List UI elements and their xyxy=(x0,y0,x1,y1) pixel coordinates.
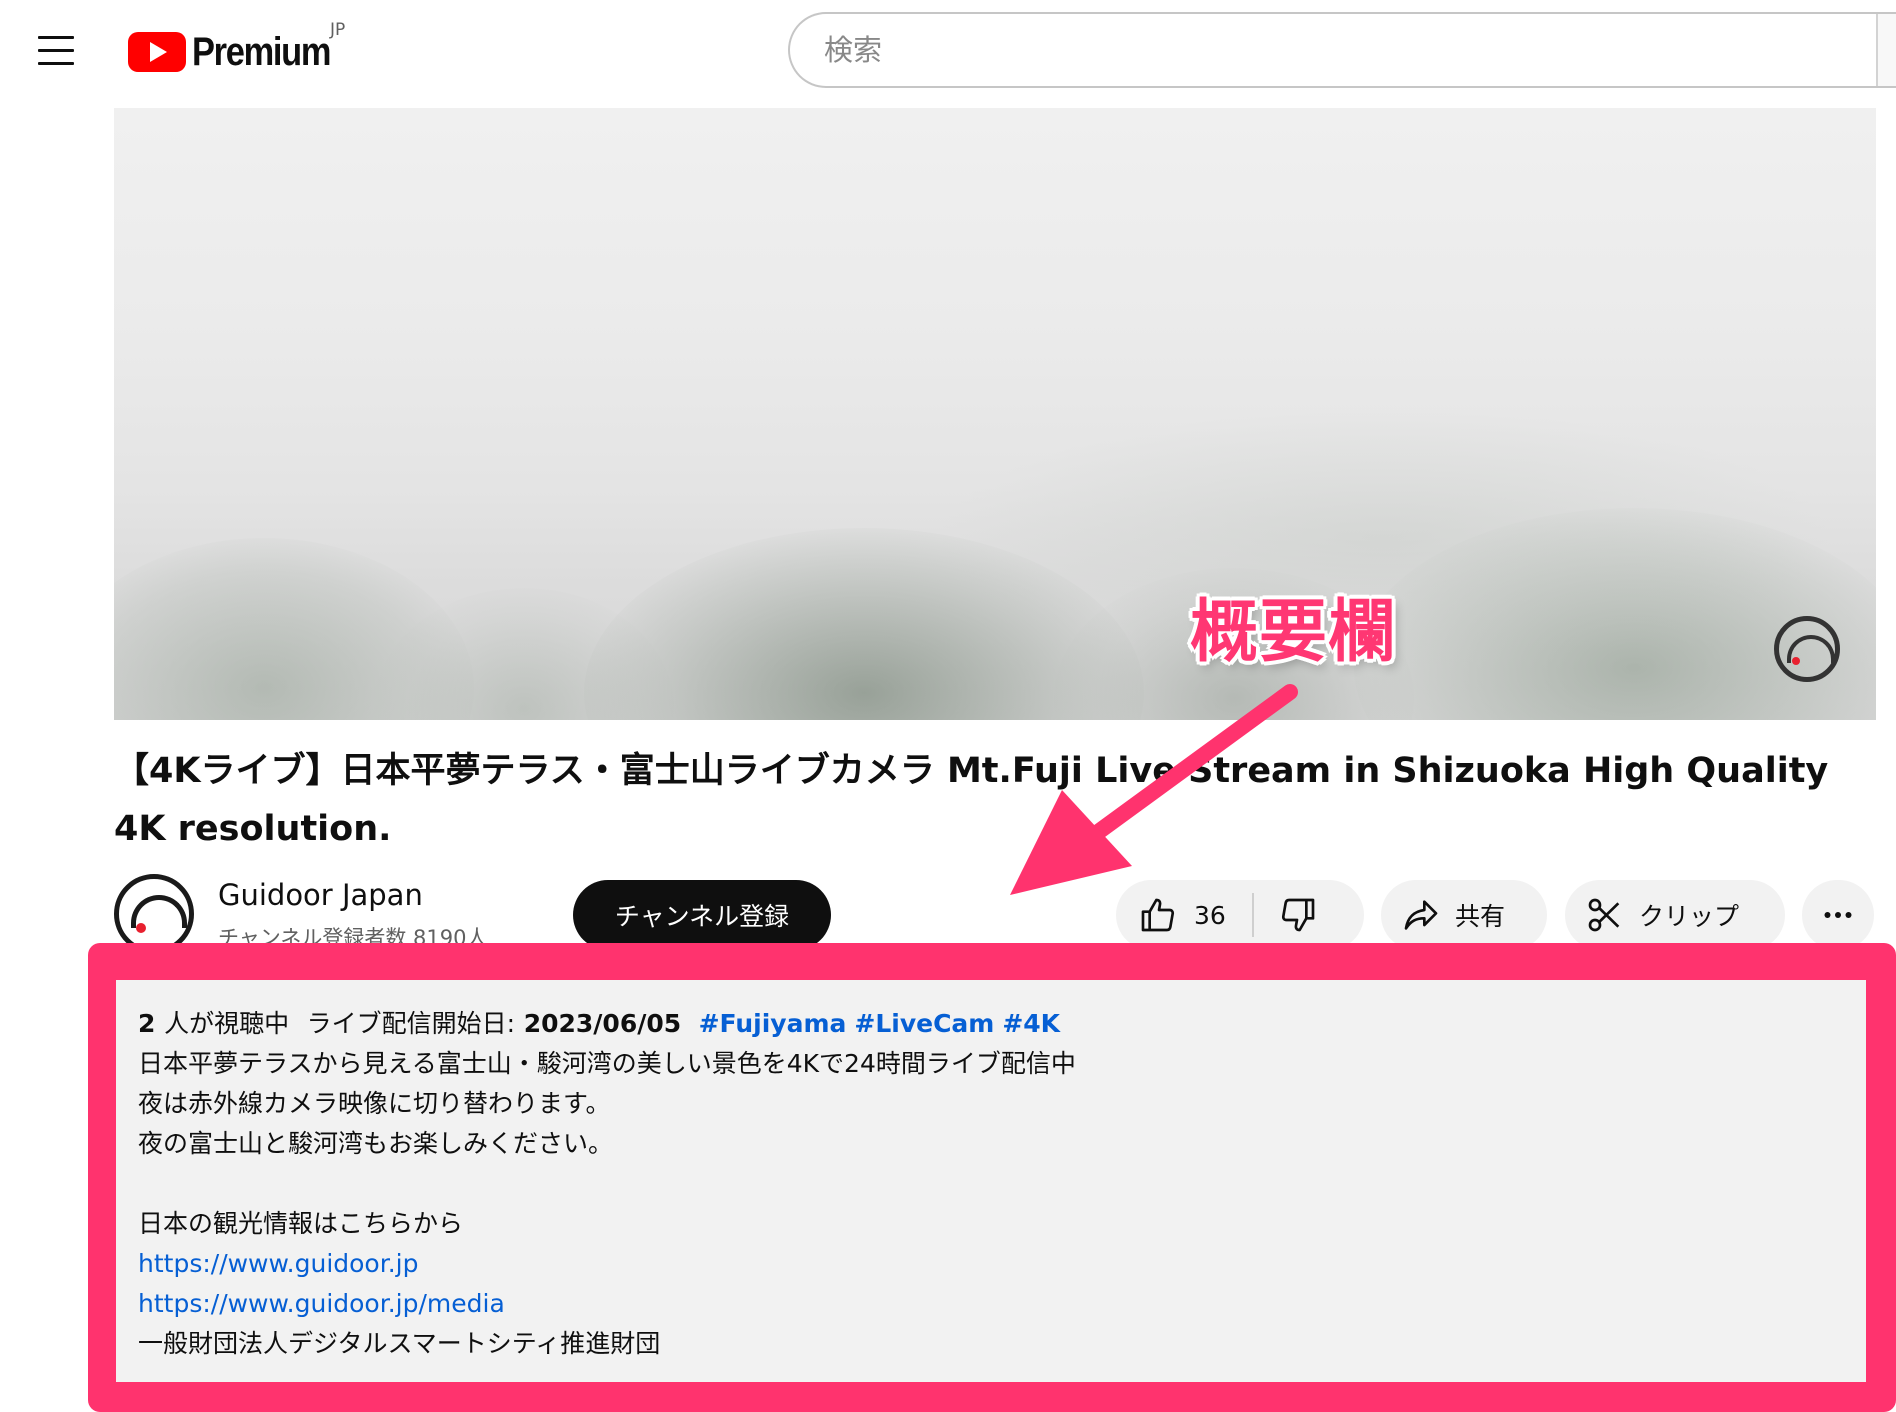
description-link-row: https://www.guidoor.jp xyxy=(138,1244,1866,1284)
share-button[interactable]: 共有 xyxy=(1381,880,1547,950)
like-count: 36 xyxy=(1194,900,1226,930)
description-footer: 一般財団法人デジタルスマートシティ推進財団 xyxy=(138,1329,661,1358)
share-icon xyxy=(1404,900,1438,930)
menu-icon[interactable] xyxy=(30,28,80,72)
video-title: 【4Kライブ】日本平夢テラス・富士山ライブカメラ Mt.Fuji Live St… xyxy=(114,751,1829,849)
hashtag-link[interactable]: #Fujiyama xyxy=(699,1009,847,1038)
description-link[interactable]: https://www.guidoor.jp xyxy=(138,1249,418,1278)
search-box xyxy=(788,12,1896,88)
stream-start-date: 2023/06/05 xyxy=(523,1009,682,1038)
description-link-row: https://www.guidoor.jp/media xyxy=(138,1284,1866,1324)
channel-name[interactable]: Guidoor Japan xyxy=(218,878,423,912)
description-box[interactable]: 2 人が視聴中 ライブ配信開始日: 2023/06/05 #Fujiyama #L… xyxy=(116,980,1866,1382)
more-horizontal-icon xyxy=(1824,912,1852,918)
like-dislike-group: 36 xyxy=(1116,880,1364,950)
more-actions-button[interactable] xyxy=(1802,880,1874,950)
dislike-button[interactable] xyxy=(1254,880,1318,950)
description-line: 日本の観光情報はこちらから xyxy=(138,1209,464,1238)
description-line: 夜は赤外線カメラ映像に切り替わります。 xyxy=(138,1089,611,1118)
region-badge: JP xyxy=(330,20,346,40)
thumbs-down-icon xyxy=(1281,898,1315,932)
youtube-premium-logo[interactable]: Premium JP xyxy=(128,20,353,74)
hashtag-link[interactable]: #4K xyxy=(1002,1009,1060,1038)
video-player[interactable] xyxy=(114,108,1876,720)
logo-text: Premium xyxy=(192,29,331,74)
viewer-count: 2 xyxy=(138,1009,156,1038)
clip-button[interactable]: クリップ xyxy=(1565,880,1785,950)
description-link[interactable]: https://www.guidoor.jp/media xyxy=(138,1289,505,1318)
share-label: 共有 xyxy=(1455,902,1506,931)
youtube-play-icon xyxy=(128,32,186,72)
scissors-icon xyxy=(1588,898,1620,932)
description-meta-line: 2 人が視聴中 ライブ配信開始日: 2023/06/05 #Fujiyama #L… xyxy=(138,1004,1866,1044)
description-line: 日本平夢テラスから見える富士山・駿河湾の美しい景色を4Kで24時間ライブ配信中 xyxy=(138,1049,1076,1078)
description-blank-line xyxy=(138,1164,1866,1204)
subscribe-button[interactable]: チャンネル登録 xyxy=(573,880,831,950)
stream-start-label: ライブ配信開始日: xyxy=(306,1009,515,1038)
thumbs-up-icon xyxy=(1141,898,1175,932)
viewer-suffix: 人が視聴中 xyxy=(164,1009,290,1038)
search-button[interactable] xyxy=(1878,14,1896,86)
channel-watermark-icon xyxy=(1774,616,1840,682)
like-button[interactable]: 36 xyxy=(1116,880,1226,950)
description-line: 夜の富士山と駿河湾もお楽しみください。 xyxy=(138,1129,614,1158)
hashtag-link[interactable]: #LiveCam xyxy=(854,1009,994,1038)
search-input[interactable] xyxy=(790,14,1896,86)
annotation-label: 概要欄 xyxy=(1190,593,1398,672)
channel-avatar[interactable] xyxy=(114,874,194,954)
clip-label: クリップ xyxy=(1639,902,1740,931)
